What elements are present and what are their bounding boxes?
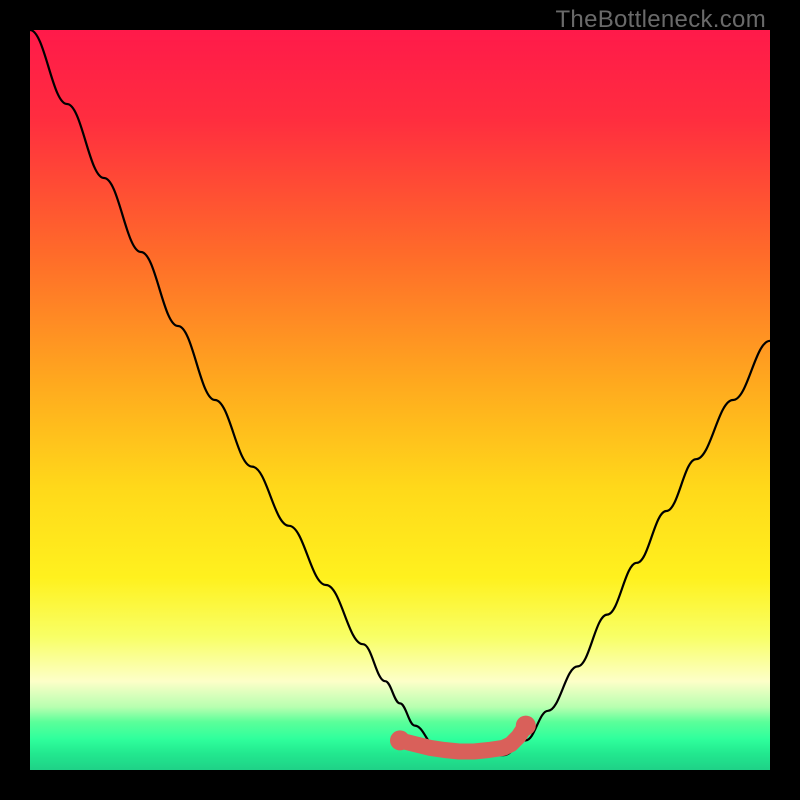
background-gradient [30, 30, 770, 770]
plot-area [30, 30, 770, 770]
watermark-text: TheBottleneck.com [555, 6, 766, 34]
outer-frame: TheBottleneck.com [0, 0, 800, 800]
